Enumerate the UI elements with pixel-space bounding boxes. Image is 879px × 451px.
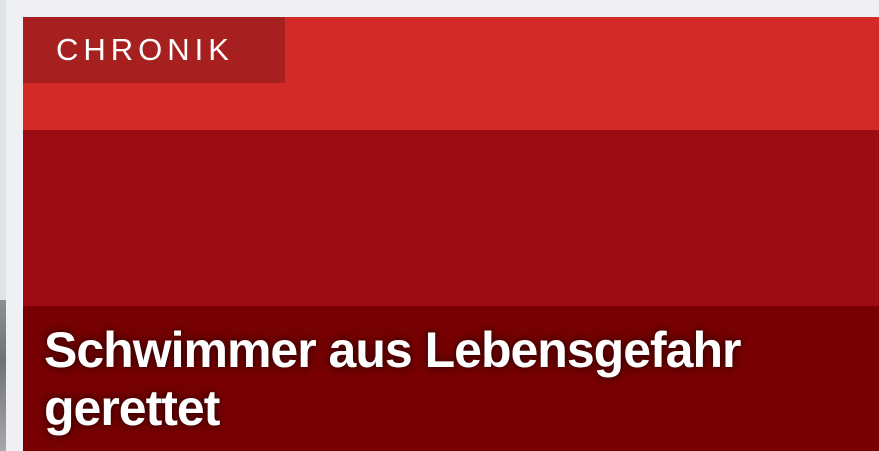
previous-card-image-edge xyxy=(0,300,6,451)
headline[interactable]: Schwimmer aus Lebensgefahr gerettet xyxy=(44,321,864,437)
previous-card-edge[interactable] xyxy=(0,0,6,451)
category-label[interactable]: CHRONIK xyxy=(23,17,285,83)
news-teaser-card[interactable]: CHRONIK Schwimmer aus Lebensgefahr geret… xyxy=(23,17,879,451)
page: CHRONIK Schwimmer aus Lebensgefahr geret… xyxy=(0,0,879,451)
card-image-band-middle xyxy=(23,130,879,306)
